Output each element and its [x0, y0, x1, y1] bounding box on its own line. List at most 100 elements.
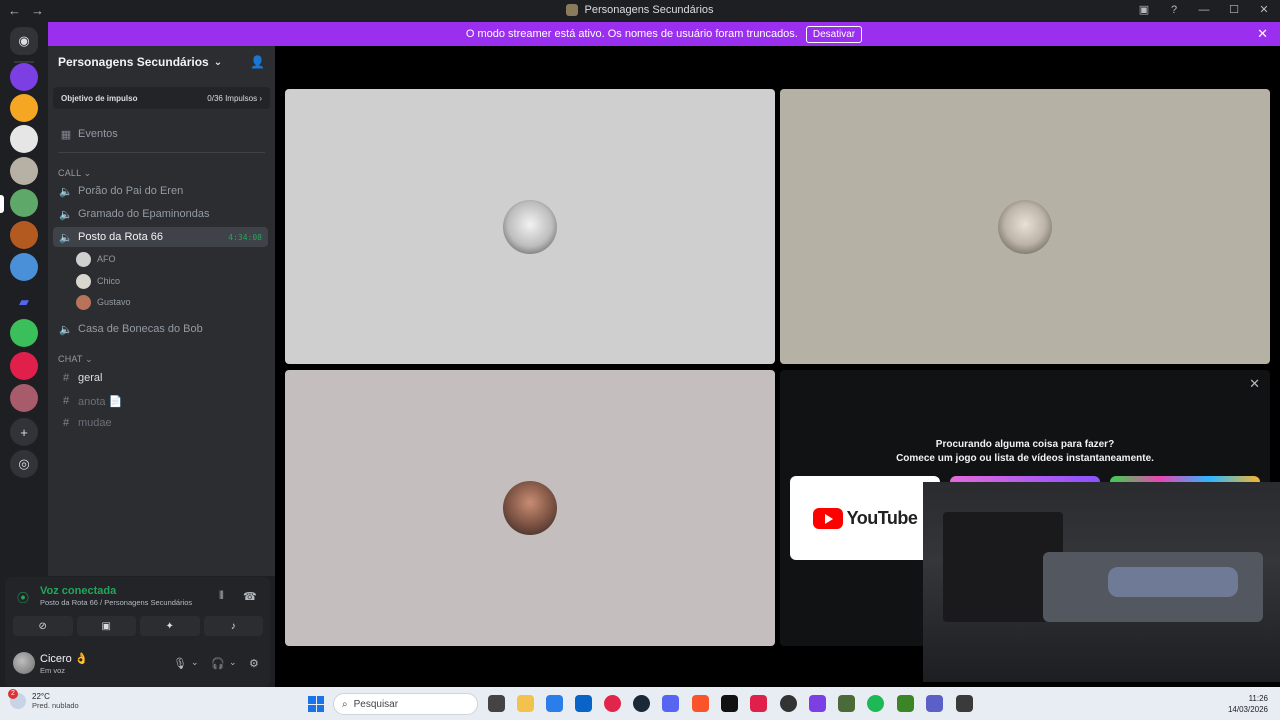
voice-channel-active[interactable]: 🔈 Posto da Rota 66 4:34:08 [53, 227, 268, 247]
soundboard-button[interactable]: ♪ [203, 616, 263, 636]
server-icon-triangle[interactable] [10, 63, 38, 91]
close-banner-icon[interactable]: ✕ [1257, 26, 1268, 42]
server-icon-tf[interactable] [10, 352, 38, 380]
server-icon-current[interactable] [10, 189, 38, 217]
screen-share-button[interactable]: ▣ [76, 616, 136, 636]
app-icon[interactable] [780, 695, 797, 712]
text-channel-label: mudae [78, 417, 112, 429]
close-icon[interactable]: ✕ [1249, 376, 1260, 392]
chevron-down-icon[interactable]: ⌄ [229, 657, 237, 668]
events-item[interactable]: ▦ Eventos [53, 124, 268, 144]
invite-people-icon[interactable]: 👤 [250, 55, 265, 69]
call-timer: 4:34:08 [228, 232, 262, 242]
folder-icon[interactable]: ▰ [10, 288, 38, 316]
help-icon[interactable]: ? [1166, 4, 1182, 16]
system-clock[interactable]: 11:26 14/03/2026 [1228, 693, 1268, 715]
text-channel[interactable]: # geral [53, 368, 268, 388]
clock-date: 14/03/2026 [1227, 705, 1268, 714]
title-bar: ← → Personagens Secundários ▣ ? — ☐ ✕ [0, 0, 1280, 22]
microphone-icon[interactable]: 🎙 [173, 657, 187, 670]
voice-member[interactable]: AFO [76, 250, 116, 268]
explore-icon[interactable]: ◎ [10, 450, 38, 478]
task-view-icon[interactable] [488, 695, 505, 712]
voice-connected-subtitle[interactable]: Posto da Rota 66 / Personagens Secundári… [40, 598, 192, 607]
username: Cicero 👌 [40, 653, 89, 665]
taskbar-search[interactable]: ⌕ Pesquisar [333, 693, 478, 715]
speaker-icon: 🔈 [59, 208, 73, 221]
server-icon-anime[interactable] [10, 384, 38, 412]
avatar [76, 251, 91, 267]
taskbar: 2 22°C Pred. nublado ⌕ Pesquisar 11:26 1… [0, 687, 1280, 720]
server-icon-k[interactable] [10, 94, 38, 122]
voice-member[interactable]: Gustavo [76, 293, 131, 311]
weather-widget[interactable]: 2 22°C Pred. nublado [8, 689, 79, 710]
server-icon-dog[interactable] [10, 157, 38, 185]
minimize-button[interactable]: — [1196, 4, 1212, 16]
chevron-down-icon[interactable]: ⌄ [191, 657, 199, 668]
add-server-icon[interactable]: + [10, 418, 38, 446]
video-tile[interactable] [780, 89, 1270, 364]
signal-icon[interactable]: ⦿ [17, 589, 29, 606]
app-icon[interactable] [809, 695, 826, 712]
app-icon[interactable] [956, 695, 973, 712]
teams-icon[interactable] [926, 695, 943, 712]
discord-home-icon[interactable]: ◉ [10, 27, 38, 55]
boost-goal[interactable]: Objetivo de impulso 0/36 Impulsos › [53, 87, 270, 109]
activities-button[interactable]: ✦ [140, 616, 200, 636]
call-stage: ✕ Procurando alguma coisa para fazer? Co… [275, 46, 1280, 687]
voice-channel[interactable]: 🔈 Porão do Pai do Eren [53, 181, 268, 201]
headphones-icon[interactable]: 🎧 [211, 657, 225, 670]
category-chat[interactable]: CHAT ⌄ [58, 354, 93, 365]
text-channel[interactable]: # mudae [53, 413, 268, 433]
text-channel[interactable]: # anota 📄 [53, 391, 268, 411]
camera-preview[interactable] [923, 482, 1280, 682]
inbox-icon[interactable]: ▣ [1136, 3, 1152, 16]
spotify-icon[interactable] [867, 695, 884, 712]
video-tile[interactable] [285, 370, 775, 646]
windows-start-icon[interactable] [308, 696, 324, 712]
chevron-right-icon: › [259, 93, 262, 103]
discord-taskbar-icon[interactable] [662, 695, 679, 712]
voice-connected-title[interactable]: Voz conectada [40, 585, 116, 597]
close-window-button[interactable]: ✕ [1256, 3, 1272, 16]
speaker-icon: 🔈 [59, 185, 73, 198]
noise-suppression-icon[interactable]: ⦀ [219, 590, 224, 603]
member-name: Gustavo [97, 297, 131, 307]
disable-streamer-button[interactable]: Desativar [805, 25, 863, 43]
server-name: Personagens Secundários [58, 55, 209, 69]
category-chat-label: CHAT [58, 354, 83, 364]
server-header[interactable]: Personagens Secundários ⌄ 👤 [48, 46, 275, 78]
outlook-icon[interactable] [575, 695, 592, 712]
maximize-button[interactable]: ☐ [1226, 3, 1242, 16]
minecraft-icon[interactable] [897, 695, 914, 712]
events-label: Eventos [78, 128, 118, 140]
tiktok-icon[interactable] [721, 695, 738, 712]
brave-icon[interactable] [692, 695, 709, 712]
steam-icon[interactable] [633, 695, 650, 712]
voice-member[interactable]: Chico [76, 272, 120, 290]
avatar [503, 199, 557, 254]
store-icon[interactable] [546, 695, 563, 712]
voice-panel: ⦿ Voz conectada Posto da Rota 66 / Perso… [5, 577, 270, 687]
divider [58, 152, 265, 153]
server-icon-fire[interactable] [10, 221, 38, 249]
camera-off-button[interactable]: ⊘ [13, 616, 73, 636]
app-icon[interactable] [838, 695, 855, 712]
video-tile[interactable] [285, 89, 775, 364]
settings-gear-icon[interactable]: ⚙ [249, 657, 259, 670]
tf-app-icon[interactable] [750, 695, 767, 712]
voice-channel[interactable]: 🔈 Casa de Bonecas do Bob [53, 319, 268, 339]
server-icon-green[interactable] [10, 319, 38, 347]
server-icon-girl[interactable] [10, 125, 38, 153]
member-name: Chico [97, 276, 121, 286]
hash-icon: # [62, 417, 70, 429]
blanket [1108, 567, 1238, 597]
category-call[interactable]: CALL ⌄ [58, 168, 91, 179]
server-icon-avatar[interactable] [10, 253, 38, 281]
voice-channel[interactable]: 🔈 Gramado do Epaminondas [53, 204, 268, 224]
youtube-activity-card[interactable]: YouTube [790, 476, 940, 560]
opera-icon[interactable] [604, 695, 621, 712]
file-explorer-icon[interactable] [517, 695, 534, 712]
disconnect-icon[interactable]: ☎ [243, 590, 257, 603]
user-area[interactable]: Cicero 👌 Em voz 🎙 ⌄ 🎧 ⌄ ⚙ [13, 650, 263, 680]
